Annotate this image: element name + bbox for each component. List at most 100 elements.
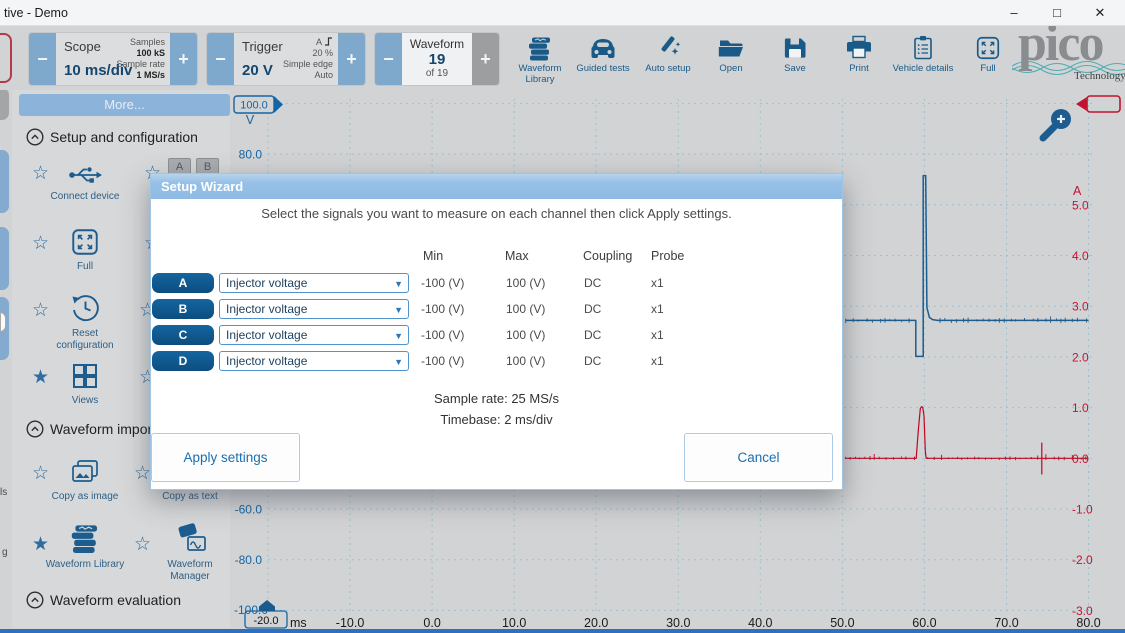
cancel-button[interactable]: Cancel <box>684 433 833 482</box>
scope-panel: − Scope 10 ms/div Samples 100 kS Sample … <box>28 32 198 86</box>
sidebar-item-waveform-library[interactable]: Waveform Library <box>43 518 127 571</box>
channel-d-button[interactable]: D <box>152 351 214 371</box>
guided-tests-button[interactable]: Guided tests <box>570 32 636 88</box>
channel-a-button[interactable]: A <box>152 273 214 293</box>
channel-b-button[interactable]: B <box>152 299 214 319</box>
chevron-down-icon: ▼ <box>394 327 403 345</box>
waveform-next-button[interactable]: + <box>472 33 499 85</box>
section-waveform-evaluation[interactable]: Waveform evaluation <box>26 591 181 609</box>
views-grid-icon <box>43 354 127 392</box>
svg-text:-2.0: -2.0 <box>1072 553 1093 567</box>
rising-edge-icon <box>324 37 333 46</box>
reset-history-icon <box>43 287 127 325</box>
probe-value: x1 <box>651 354 664 368</box>
section-setup-and-configuration[interactable]: Setup and configuration <box>26 128 198 146</box>
signal-select-b[interactable]: Injector voltage▼ <box>219 299 409 319</box>
svg-text:20.0: 20.0 <box>584 616 608 630</box>
more-button[interactable]: More... <box>19 94 230 116</box>
waveform-panel: − Waveform 19 of 19 + <box>374 32 500 86</box>
sidebar-item-copy-as-image[interactable]: Copy as image <box>43 450 127 503</box>
minimize-button[interactable]: – <box>997 0 1031 26</box>
cropped-tab[interactable] <box>0 150 9 213</box>
svg-text:-10.0: -10.0 <box>336 616 365 630</box>
chevron-down-icon: ▼ <box>394 275 403 293</box>
channel-c-button[interactable]: C <box>152 325 214 345</box>
cropped-tab[interactable] <box>0 88 9 120</box>
trigger-panel-body[interactable]: Trigger 20 V A 20 % Simple edge Auto <box>234 33 338 85</box>
toolbar: − Scope 10 ms/div Samples 100 kS Sample … <box>0 26 1125 90</box>
svg-text:40.0: 40.0 <box>748 616 772 630</box>
svg-text:70.0: 70.0 <box>994 616 1018 630</box>
close-button[interactable]: ✕ <box>1083 0 1117 26</box>
coupling-value: DC <box>584 302 601 316</box>
svg-text:30.0: 30.0 <box>666 616 690 630</box>
cropped-highlighted-button[interactable] <box>0 33 12 83</box>
vehicle-details-button[interactable]: Vehicle details <box>890 32 956 88</box>
pico-technology-logo: pico Technology <box>1012 26 1125 88</box>
waveform-library-button[interactable]: Waveform Library <box>507 32 573 88</box>
scope-decrease-button[interactable]: − <box>29 33 56 85</box>
signal-select-c[interactable]: Injector voltage▼ <box>219 325 409 345</box>
save-floppy-icon <box>762 32 828 64</box>
cropped-label-fragment: g <box>2 547 8 558</box>
svg-text:60.0: 60.0 <box>912 616 936 630</box>
apply-settings-button[interactable]: Apply settings <box>151 433 300 482</box>
svg-text:0.0: 0.0 <box>423 616 440 630</box>
probe-value: x1 <box>651 276 664 290</box>
max-value: 100 (V) <box>506 302 545 316</box>
svg-text:-60.0: -60.0 <box>235 503 263 517</box>
svg-text:100.0: 100.0 <box>240 100 268 112</box>
svg-text:50.0: 50.0 <box>830 616 854 630</box>
trigger-details: A 20 % Simple edge Auto <box>283 37 333 81</box>
svg-text:3.0: 3.0 <box>1072 300 1089 314</box>
max-value: 100 (V) <box>506 328 545 342</box>
waveform-count: of 19 <box>402 68 472 79</box>
cropped-box <box>0 312 6 332</box>
sidebar-item-views[interactable]: Views <box>43 354 127 407</box>
max-value: 100 (V) <box>506 354 545 368</box>
setup-wizard-dialog: Setup Wizard Select the signals you want… <box>150 173 843 490</box>
trigger-decrease-button[interactable]: − <box>207 33 234 85</box>
chevron-down-icon: ▼ <box>394 353 403 371</box>
svg-text:-20.0: -20.0 <box>253 615 278 627</box>
zoom-tool-icon[interactable] <box>1043 109 1071 138</box>
column-min: Min <box>423 249 443 263</box>
min-value: -100 (V) <box>421 354 464 368</box>
signal-select-d[interactable]: Injector voltage▼ <box>219 351 409 371</box>
titlebar: tive - Demo – □ ✕ <box>0 0 1125 26</box>
chevron-up-circle-icon <box>26 420 44 438</box>
open-button[interactable]: Open <box>698 32 764 88</box>
sidebar-item-connect-device[interactable]: Connect device <box>43 150 127 203</box>
column-probe: Probe <box>651 249 684 263</box>
svg-text:80.0: 80.0 <box>239 148 263 162</box>
chevron-up-circle-icon <box>26 128 44 146</box>
sidebar-item-waveform-manager[interactable]: Waveform Manager <box>148 518 232 582</box>
svg-text:0.0: 0.0 <box>1072 452 1089 466</box>
scope-increase-button[interactable]: + <box>170 33 197 85</box>
print-icon <box>826 32 892 64</box>
scope-panel-body[interactable]: Scope 10 ms/div Samples 100 kS Sample ra… <box>56 33 170 85</box>
vehicle-details-icon <box>890 32 956 64</box>
cropped-tab[interactable] <box>0 227 9 290</box>
save-button[interactable]: Save <box>762 32 828 88</box>
waveform-previous-button[interactable]: − <box>375 33 402 85</box>
sidebar-item-reset-configuration[interactable]: Reset configuration <box>43 287 127 351</box>
guided-tests-icon <box>570 32 636 64</box>
signal-select-a[interactable]: Injector voltage▼ <box>219 273 409 293</box>
svg-text:80.0: 80.0 <box>1076 616 1100 630</box>
sidebar-item-full[interactable]: Full <box>43 220 127 273</box>
svg-text:2.0: 2.0 <box>1072 350 1089 364</box>
waveform-library-icon <box>43 518 127 556</box>
waveform-panel-body: Waveform 19 of 19 <box>402 33 472 85</box>
section-waveform-import[interactable]: Waveform import <box>26 420 156 438</box>
full-expand-icon <box>43 220 127 258</box>
app-window: tive - Demo – □ ✕ − Scope 10 ms/div Samp… <box>0 0 1125 633</box>
print-button[interactable]: Print <box>826 32 892 88</box>
svg-text:10.0: 10.0 <box>502 616 526 630</box>
trigger-increase-button[interactable]: + <box>338 33 365 85</box>
maximize-button[interactable]: □ <box>1040 0 1074 26</box>
auto-setup-button[interactable]: Auto setup <box>635 32 701 88</box>
channel-row-a: A Injector voltage▼ -100 (V) 100 (V) DC … <box>151 273 842 293</box>
dialog-title[interactable]: Setup Wizard <box>151 174 842 199</box>
auto-setup-icon <box>635 32 701 64</box>
